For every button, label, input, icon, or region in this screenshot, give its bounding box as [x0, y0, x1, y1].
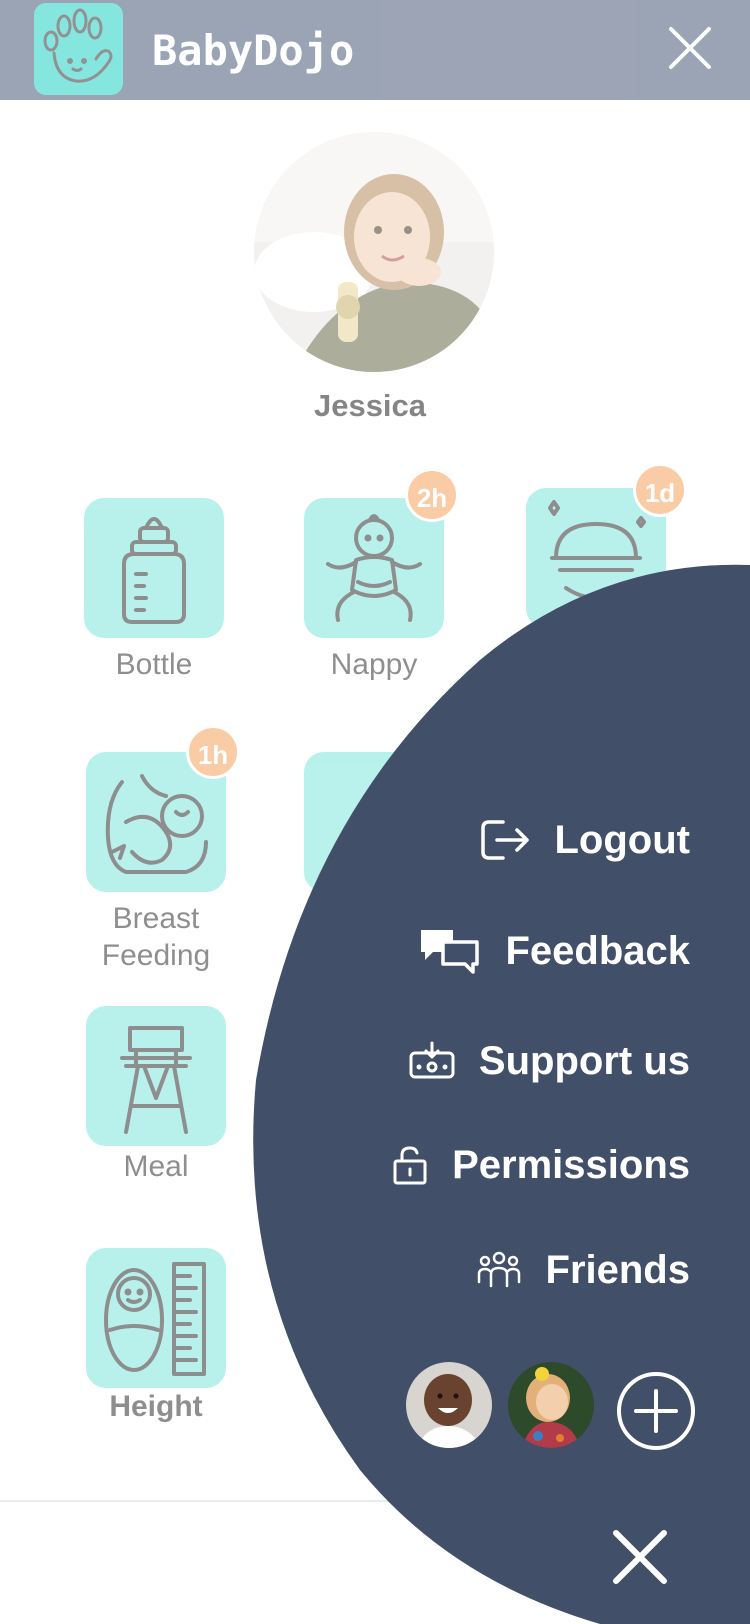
menu-item-friends[interactable]: Friends: [476, 1240, 690, 1300]
close-icon[interactable]: [610, 1527, 670, 1587]
menu-label-feedback: Feedback: [505, 928, 690, 973]
menu-label-logout: Logout: [554, 817, 691, 862]
friends-icon: [477, 1251, 520, 1288]
menu-item-logout[interactable]: Logout: [479, 810, 691, 870]
plus-circle-icon[interactable]: [616, 1371, 696, 1451]
friend-avatar-2: [508, 1362, 594, 1448]
menu-label-permissions: Permissions: [452, 1142, 690, 1187]
menu-item-support-us[interactable]: Support us: [409, 1031, 690, 1091]
friend-avatar-2[interactable]: [508, 1362, 594, 1448]
menu-label-friends: Friends: [545, 1247, 690, 1292]
chat-bubbles-icon: [421, 930, 480, 974]
friend-avatar-1[interactable]: [406, 1362, 492, 1448]
menu-item-permissions[interactable]: Permissions: [392, 1135, 690, 1195]
logout-icon: [480, 820, 529, 860]
donate-icon: [409, 1041, 455, 1079]
menu-item-feedback[interactable]: Feedback: [419, 921, 690, 981]
friend-avatar-1: [406, 1362, 492, 1448]
lock-icon: [393, 1146, 427, 1185]
menu-label-support-us: Support us: [478, 1038, 690, 1083]
